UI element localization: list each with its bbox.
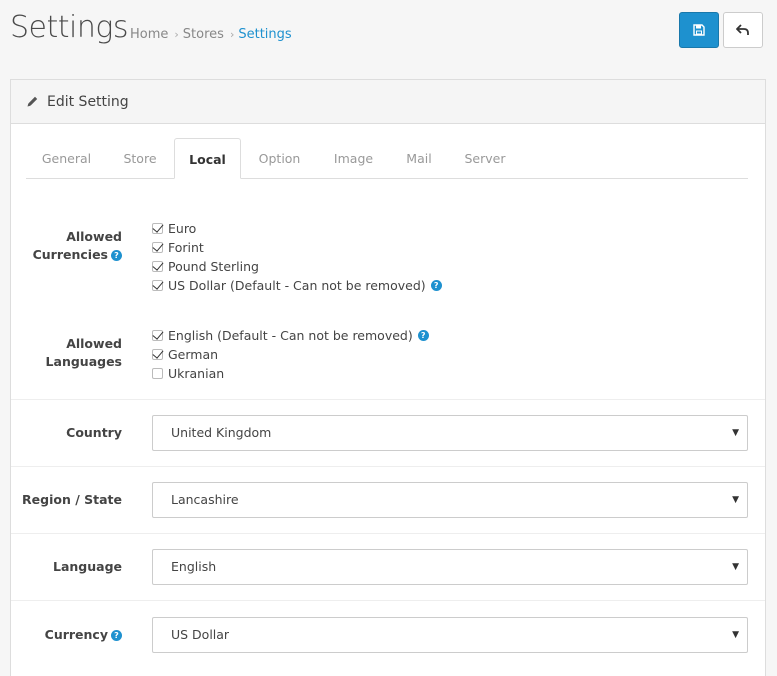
region-select-value: Lancashire: [171, 492, 239, 507]
allowed-languages-label-line2: Languages: [45, 354, 122, 369]
country-select-value: United Kingdom: [171, 425, 272, 440]
currency-select[interactable]: US Dollar ▼: [152, 617, 748, 653]
checkbox-label: US Dollar (Default - Can not be removed): [168, 278, 426, 293]
pencil-icon: [27, 96, 38, 107]
chevron-down-icon: ▼: [732, 630, 739, 640]
chevron-down-icon: ▼: [732, 562, 739, 572]
allowed-currencies-label: Allowed Currencies?: [11, 228, 122, 264]
save-icon: [693, 24, 705, 36]
breadcrumb-separator: ›: [229, 28, 235, 41]
checkbox[interactable]: [152, 261, 163, 272]
language-label: Language: [52, 559, 122, 574]
currency-option-euro[interactable]: Euro: [152, 219, 196, 238]
language-option-english[interactable]: English (Default - Can not be removed) ?: [152, 326, 429, 345]
panel-heading: Edit Setting: [11, 80, 765, 124]
breadcrumb-home[interactable]: Home: [130, 27, 168, 42]
region-label: Region / State: [22, 492, 122, 507]
breadcrumb-stores[interactable]: Stores: [183, 27, 224, 42]
allowed-languages-label: Allowed Languages: [11, 335, 122, 371]
country-select[interactable]: United Kingdom ▼: [152, 415, 748, 451]
allowed-currencies-label-line1: Allowed: [66, 229, 122, 244]
checkbox-label: German: [168, 347, 219, 362]
tab-image[interactable]: Image: [318, 138, 389, 179]
checkbox[interactable]: [152, 242, 163, 253]
chevron-down-icon: ▼: [732, 428, 739, 438]
checkbox[interactable]: [152, 280, 163, 291]
checkbox-label: Pound Sterling: [168, 259, 259, 274]
currency-label: Currency?: [11, 626, 122, 644]
divider: [11, 399, 765, 400]
checkbox-label: English (Default - Can not be removed): [168, 328, 413, 343]
checkbox-label: Euro: [168, 221, 197, 236]
language-select[interactable]: English ▼: [152, 549, 748, 585]
settings-tabs: General Store Local Option Image Mail Se…: [26, 138, 748, 179]
breadcrumb-separator: ›: [174, 28, 179, 41]
help-icon[interactable]: ?: [430, 280, 442, 291]
help-icon[interactable]: ?: [111, 250, 122, 261]
language-option-ukranian[interactable]: Ukranian: [152, 364, 224, 383]
currency-option-us-dollar[interactable]: US Dollar (Default - Can not be removed)…: [152, 276, 442, 295]
tab-option[interactable]: Option: [241, 138, 318, 179]
edit-setting-panel: Edit Setting General Store Local Option …: [10, 79, 766, 676]
help-icon[interactable]: ?: [417, 330, 429, 341]
tab-server[interactable]: Server: [449, 138, 521, 179]
help-icon[interactable]: ?: [111, 630, 122, 641]
tab-general[interactable]: General: [26, 138, 107, 179]
page-header: Settings Home › Stores › Settings: [0, 0, 777, 64]
breadcrumb-settings[interactable]: Settings: [238, 27, 291, 42]
language-option-german[interactable]: German: [152, 345, 218, 364]
chevron-down-icon: ▼: [732, 495, 739, 505]
save-button[interactable]: [679, 12, 719, 48]
checkbox[interactable]: [152, 330, 163, 341]
checkbox-label: Forint: [168, 240, 204, 255]
checkbox-label: Ukranian: [168, 366, 225, 381]
checkbox[interactable]: [152, 349, 163, 360]
currency-label-text: Currency: [44, 627, 108, 642]
checkbox[interactable]: [152, 223, 163, 234]
page-title: Settings: [10, 10, 129, 45]
country-label: Country: [66, 425, 122, 440]
panel-heading-text: Edit Setting: [47, 93, 129, 110]
language-select-value: English: [171, 559, 217, 574]
divider: [11, 533, 765, 534]
currency-option-pound-sterling[interactable]: Pound Sterling: [152, 257, 259, 276]
divider: [11, 600, 765, 601]
currency-select-value: US Dollar: [171, 627, 230, 642]
back-button[interactable]: [723, 12, 763, 48]
allowed-currencies-label-line2: Currencies: [32, 247, 108, 262]
currency-option-forint[interactable]: Forint: [152, 238, 204, 257]
divider: [11, 466, 765, 467]
breadcrumb: Home › Stores › Settings: [130, 27, 292, 42]
tab-local[interactable]: Local: [174, 138, 241, 179]
reply-icon: [736, 24, 749, 35]
checkbox[interactable]: [152, 368, 163, 379]
tab-mail[interactable]: Mail: [389, 138, 449, 179]
region-select[interactable]: Lancashire ▼: [152, 482, 748, 518]
allowed-languages-label-line1: Allowed: [66, 336, 122, 351]
tab-store[interactable]: Store: [107, 138, 173, 179]
